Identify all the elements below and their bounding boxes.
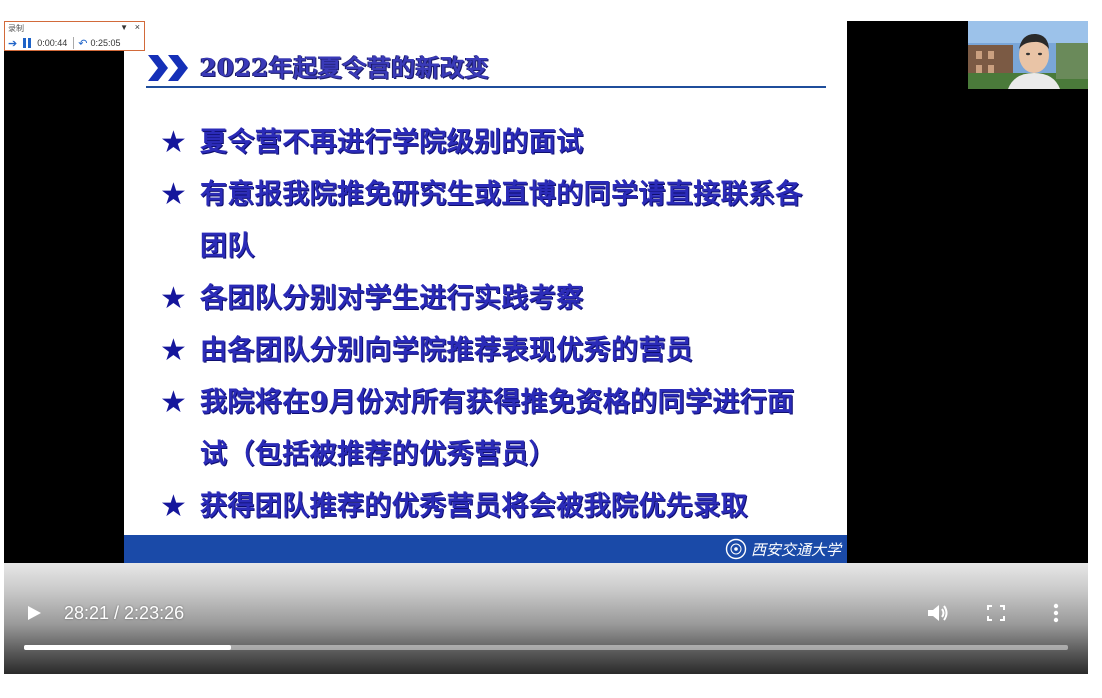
bullet-item: ★ 各团队分别对学生进行实践考察 (160, 273, 820, 325)
star-icon: ★ (160, 333, 187, 368)
slide-footer-bar: 西安交通大学 (124, 535, 847, 563)
fullscreen-icon[interactable] (984, 602, 1008, 624)
slide-title: 2022年起夏令营的新改变 (200, 53, 490, 82)
double-chevron-icon (148, 55, 188, 81)
star-icon: ★ (160, 281, 187, 316)
bullet-text: 我院将在9月份对所有获得推免资格的同学进行面试（包括被推荐的优秀营员） (200, 387, 795, 470)
bullet-text: 有意报我院推免研究生或直博的同学请直接联系各团队 (200, 179, 803, 262)
pause-icon[interactable] (23, 38, 32, 48)
bullet-item: ★ 我院将在9月份对所有获得推免资格的同学进行面试（包括被推荐的优秀营员） (160, 377, 820, 481)
volume-icon[interactable] (924, 601, 952, 625)
bullet-list: ★ 夏令营不再进行学院级别的面试 ★ 有意报我院推免研究生或直博的同学请直接联系… (160, 117, 820, 533)
university-logo: 西安交通大学 (725, 535, 841, 563)
recording-total: 0:25:05 (90, 38, 121, 48)
university-name: 西安交通大学 (750, 540, 841, 559)
close-icon[interactable]: × (135, 22, 140, 32)
bullet-item: ★ 有意报我院推免研究生或直博的同学请直接联系各团队 (160, 169, 820, 273)
slide-title-row: 2022年起夏令营的新改变 (146, 51, 826, 85)
recording-controls: ➔ 0:00:44 ↶ 0:25:05 (8, 36, 121, 50)
title-underline (146, 86, 826, 88)
bullet-item: ★ 获得团队推荐的优秀营员将会被我院优先录取 (160, 481, 820, 533)
recording-widget[interactable]: 录制 ▼ × ➔ 0:00:44 ↶ 0:25:05 (4, 21, 145, 51)
bullet-item: ★ 夏令营不再进行学院级别的面试 (160, 117, 820, 169)
star-icon: ★ (160, 489, 187, 524)
university-seal-icon (725, 538, 747, 560)
collapse-icon[interactable]: ▼ (120, 23, 128, 32)
undo-icon[interactable]: ↶ (78, 37, 87, 50)
bullet-item: ★ 由各团队分别向学院推荐表现优秀的营员 (160, 325, 820, 377)
recording-title: 录制 (8, 24, 24, 33)
bullet-text: 由各团队分别向学院推荐表现优秀的营员 (200, 335, 694, 366)
bullet-text: 各团队分别对学生进行实践考察 (200, 283, 584, 314)
arrow-right-icon[interactable]: ➔ (8, 37, 17, 50)
bullet-text: 获得团队推荐的优秀营员将会被我院优先录取 (200, 491, 748, 522)
progress-fill (24, 645, 231, 650)
play-icon[interactable] (22, 601, 46, 625)
star-icon: ★ (160, 177, 187, 212)
recording-elapsed: 0:00:44 (37, 38, 68, 48)
player-controls: 28:21 / 2:23:26 (4, 563, 1088, 674)
bullet-text: 夏令营不再进行学院级别的面试 (200, 127, 584, 158)
divider (73, 37, 75, 49)
presentation-slide: 2022年起夏令营的新改变 ★ 夏令营不再进行学院级别的面试 ★ 有意报我院推免… (124, 21, 847, 563)
star-icon: ★ (160, 125, 187, 160)
more-options-icon[interactable] (1044, 600, 1068, 626)
video-player[interactable]: 2022年起夏令营的新改变 ★ 夏令营不再进行学院级别的面试 ★ 有意报我院推免… (4, 21, 1088, 674)
star-icon: ★ (160, 385, 187, 420)
time-display: 28:21 / 2:23:26 (64, 603, 185, 623)
progress-bar[interactable] (24, 645, 1068, 650)
presenter-webcam (968, 21, 1088, 89)
